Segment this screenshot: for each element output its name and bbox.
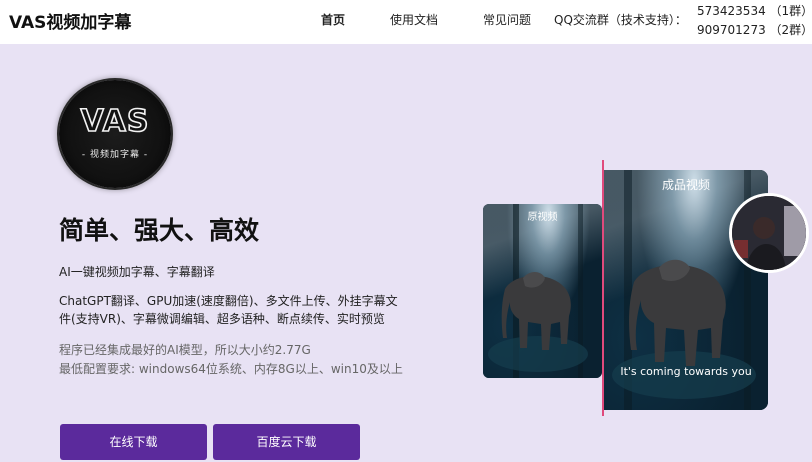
nav-docs[interactable]: 使用文档 [390, 11, 438, 28]
brand-title[interactable]: VAS视频加字幕 [9, 8, 131, 33]
elephant-image [488, 204, 588, 378]
online-download-button[interactable]: 在线下载 [60, 424, 207, 460]
logo-subtext: - 视频加字幕 - [81, 150, 149, 160]
nav-home[interactable]: 首页 [321, 11, 345, 28]
size-note: 程序已经集成最好的AI模型，所以大小约2.77G [59, 343, 311, 357]
nav-faq[interactable]: 常见问题 [483, 11, 531, 28]
subtitle-overlay: It's coming towards you [620, 365, 752, 378]
final-label: 成品视频 [661, 178, 710, 192]
qq-group-1: 573423534 （1群） [697, 4, 812, 18]
presenter-avatar [729, 193, 809, 273]
app-logo: VAS - 视频加字幕 - [59, 80, 171, 188]
qq-group-label: QQ交流群（技术支持）： [554, 13, 687, 27]
logo-text: VAS [80, 103, 150, 140]
feature-list: ChatGPT翻译、GPU加速(速度翻倍)、多文件上传、外挂字幕文件(支持VR)… [59, 294, 398, 326]
requirements-note: 最低配置要求: windows64位系统、内存8G以上、win10及以上 [59, 362, 403, 376]
original-video-preview: 原视频 [483, 204, 602, 378]
forest-scene [483, 204, 602, 378]
baidu-download-button[interactable]: 百度云下载 [213, 424, 360, 460]
original-label: 原视频 [527, 212, 558, 223]
person-image [732, 196, 806, 270]
hero-title: 简单、强大、高效 [59, 216, 260, 245]
hero-tagline: AI一键视频加字幕、字幕翻译 [59, 265, 215, 279]
top-header: VAS视频加字幕 首页 使用文档 常见问题 QQ交流群（技术支持）： 57342… [0, 0, 812, 44]
qq-group-2: 909701273 （2群） [697, 23, 812, 37]
